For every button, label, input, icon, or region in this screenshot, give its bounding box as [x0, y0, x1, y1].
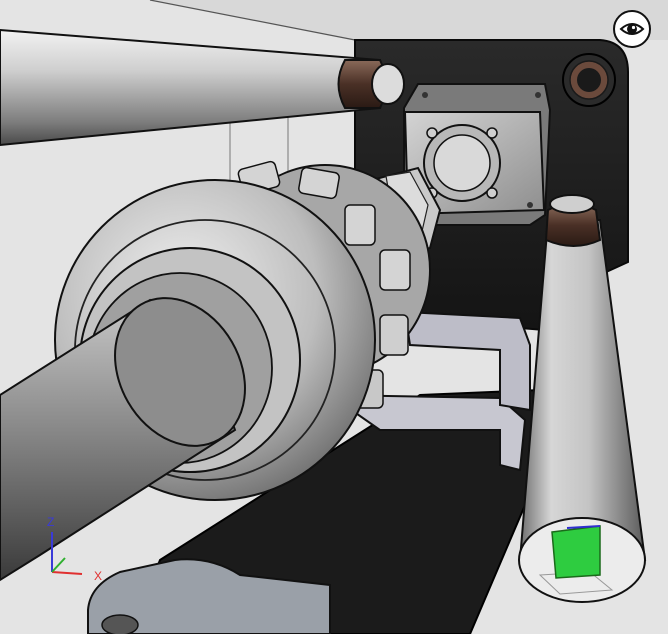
selected-face-highlight[interactable]: [551, 525, 601, 579]
3d-viewport[interactable]: Z X: [0, 0, 668, 634]
motor-boss: [433, 134, 491, 192]
motor-mount-hole: [535, 92, 541, 98]
bolt-hole-center: [577, 68, 601, 92]
motor-mount-hole: [527, 202, 533, 208]
clamp-hole: [101, 614, 139, 634]
y-axis-line: [51, 557, 66, 573]
knurl-block: [379, 249, 411, 291]
x-axis-label: X: [94, 569, 103, 583]
motor-screw: [486, 127, 498, 139]
motor-mount-hole: [422, 92, 428, 98]
knurl-block: [344, 204, 376, 246]
knurl-block: [379, 314, 409, 356]
right-rod-top: [549, 194, 595, 214]
axis-triad: Z X: [30, 512, 120, 594]
x-axis-line: [51, 571, 83, 575]
motor-screw: [486, 187, 498, 199]
view-toggle-button[interactable]: [613, 10, 651, 48]
motor-screw: [426, 127, 438, 139]
axis-triad-lines: [51, 532, 83, 575]
top-rod-end: [371, 63, 405, 105]
z-axis-label: Z: [47, 515, 55, 529]
eye-icon: [619, 23, 645, 35]
knurl-block: [298, 166, 340, 200]
